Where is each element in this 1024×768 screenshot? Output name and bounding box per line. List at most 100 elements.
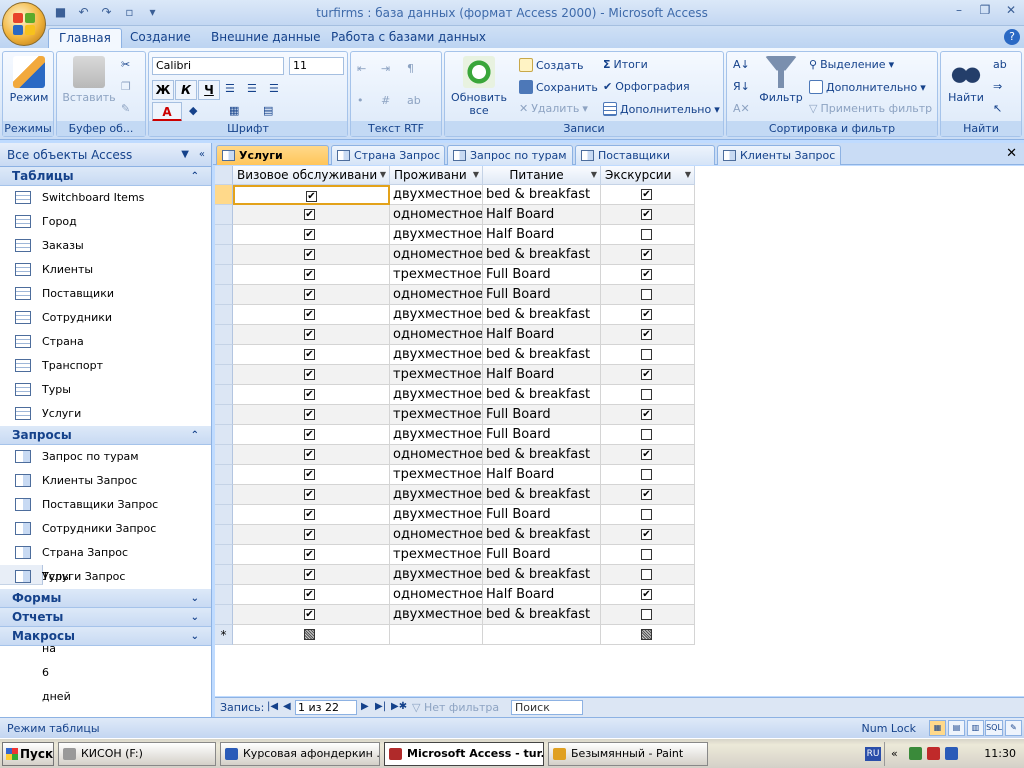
- font-size-select[interactable]: 11: [289, 57, 344, 75]
- tab-database-tools[interactable]: Работа с базами данных: [321, 28, 496, 48]
- cell-visa[interactable]: ✔: [233, 265, 390, 285]
- cell-food[interactable]: Full Board: [483, 545, 601, 565]
- cell-excursions[interactable]: ✔: [601, 445, 695, 465]
- cell-room[interactable]: двухместное: [390, 345, 483, 365]
- doc-tab-strana-query[interactable]: Страна Запрос: [331, 145, 445, 165]
- cell-food[interactable]: Full Board: [483, 265, 601, 285]
- row-selector[interactable]: [215, 365, 233, 385]
- cell-food[interactable]: bed & breakfast: [483, 605, 601, 625]
- copy-icon[interactable]: ❐: [121, 80, 131, 93]
- language-indicator[interactable]: RU: [865, 747, 881, 761]
- refresh-all-button[interactable]: Обновить все: [447, 56, 511, 117]
- new-row-cell[interactable]: [601, 625, 695, 645]
- cell-excursions[interactable]: [601, 425, 695, 445]
- cell-food[interactable]: Full Board: [483, 405, 601, 425]
- tray-network-icon[interactable]: [945, 747, 958, 760]
- nav-table-item[interactable]: Город: [0, 210, 211, 234]
- highlight-icon[interactable]: ab: [407, 94, 421, 107]
- cell-visa[interactable]: ✔: [233, 285, 390, 305]
- select-icon[interactable]: ↖: [993, 102, 1002, 115]
- checkbox[interactable]: [641, 569, 652, 580]
- cell-visa[interactable]: ✔: [233, 485, 390, 505]
- cell-room[interactable]: двухместное: [390, 305, 483, 325]
- nav-query-item[interactable]: Страна Запрос: [0, 541, 211, 565]
- cell-excursions[interactable]: [601, 565, 695, 585]
- checkbox[interactable]: ✔: [641, 309, 652, 320]
- cell-visa[interactable]: ✔: [233, 405, 390, 425]
- taskbar-item-word[interactable]: Курсовая афондеркин ...: [220, 742, 380, 766]
- cell-excursions[interactable]: ✔: [601, 305, 695, 325]
- start-button[interactable]: Пуск: [2, 742, 54, 766]
- last-record-icon[interactable]: ▶|: [375, 701, 386, 712]
- dropdown-arrow-icon[interactable]: ▼: [380, 166, 386, 184]
- checkbox[interactable]: ✔: [304, 569, 315, 580]
- cell-room[interactable]: двухместное: [390, 185, 483, 205]
- checkbox[interactable]: [641, 469, 652, 480]
- cell-excursions[interactable]: ✔: [601, 205, 695, 225]
- checkbox[interactable]: ✔: [304, 449, 315, 460]
- cell-food[interactable]: Full Board: [483, 505, 601, 525]
- tab-create[interactable]: Создание: [120, 28, 201, 48]
- font-name-select[interactable]: Calibri: [152, 57, 284, 75]
- row-selector[interactable]: [215, 405, 233, 425]
- cell-excursions[interactable]: ✔: [601, 525, 695, 545]
- row-selector[interactable]: [215, 245, 233, 265]
- new-row-selector[interactable]: *: [215, 625, 233, 645]
- checkbox[interactable]: ✔: [304, 289, 315, 300]
- doc-tab-uslugi-query[interactable]: Услуги Запрос: [216, 145, 329, 181]
- checkbox[interactable]: ✔: [641, 449, 652, 460]
- bold-button[interactable]: Ж: [152, 80, 174, 100]
- next-record-icon[interactable]: ▶: [361, 701, 369, 712]
- advanced-filter-button[interactable]: Дополнительно ▾: [809, 80, 926, 94]
- nav-section-tables[interactable]: Таблицы ⌃: [0, 167, 211, 186]
- italic-button[interactable]: К: [175, 80, 197, 100]
- checkbox[interactable]: ✔: [641, 589, 652, 600]
- nav-table-item[interactable]: Switchboard Items: [0, 186, 211, 210]
- help-icon[interactable]: ?: [1004, 29, 1020, 45]
- datasheet-view-icon[interactable]: ▦: [929, 720, 946, 736]
- cell-visa[interactable]: ✔: [233, 605, 390, 625]
- checkbox[interactable]: ✔: [304, 489, 315, 500]
- apply-filter-button[interactable]: ▽ Применить фильтр: [809, 102, 932, 115]
- row-selector[interactable]: [215, 545, 233, 565]
- cell-food[interactable]: Half Board: [483, 585, 601, 605]
- checkbox[interactable]: ✔: [304, 389, 315, 400]
- paste-button[interactable]: Вставить: [61, 56, 117, 104]
- sort-ascending-icon[interactable]: A↓: [733, 58, 750, 71]
- cell-room[interactable]: двухместное: [390, 505, 483, 525]
- cell-excursions[interactable]: [601, 465, 695, 485]
- row-selector[interactable]: [215, 265, 233, 285]
- more-records-button[interactable]: Дополнительно ▾: [603, 102, 720, 116]
- design-view-icon[interactable]: ✎: [1005, 720, 1022, 736]
- cell-visa[interactable]: ✔: [233, 185, 390, 205]
- align-right-icon[interactable]: ☰: [269, 82, 279, 95]
- decrease-indent-icon[interactable]: ⇤: [357, 62, 366, 75]
- cell-food[interactable]: bed & breakfast: [483, 525, 601, 545]
- row-selector[interactable]: [215, 605, 233, 625]
- cell-room[interactable]: одноместное: [390, 585, 483, 605]
- checkbox[interactable]: ✔: [304, 269, 315, 280]
- cell-room[interactable]: одноместное: [390, 445, 483, 465]
- cell-room[interactable]: двухместное: [390, 425, 483, 445]
- cell-food[interactable]: Half Board: [483, 465, 601, 485]
- cell-food[interactable]: bed & breakfast: [483, 385, 601, 405]
- cell-food[interactable]: bed & breakfast: [483, 565, 601, 585]
- column-header-visa[interactable]: Визовое обслуживани ▼: [233, 166, 390, 185]
- cell-food[interactable]: bed & breakfast: [483, 445, 601, 465]
- nav-section-reports[interactable]: Отчеты ⌄: [0, 608, 211, 627]
- cell-visa[interactable]: ✔: [233, 425, 390, 445]
- cell-food[interactable]: Half Board: [483, 325, 601, 345]
- doc-tab-suppliers-query[interactable]: Поставщики Запрос: [575, 145, 715, 181]
- cell-excursions[interactable]: ✔: [601, 265, 695, 285]
- paragraph-direction-icon[interactable]: ¶: [407, 62, 414, 75]
- restore-icon[interactable]: ❐: [976, 3, 994, 19]
- sql-view-button[interactable]: SQL: [985, 720, 1003, 736]
- nav-section-queries[interactable]: Запросы ⌃: [0, 426, 211, 445]
- row-selector[interactable]: [215, 285, 233, 305]
- row-selector[interactable]: [215, 345, 233, 365]
- tab-home[interactable]: Главная: [48, 28, 122, 48]
- align-left-icon[interactable]: ☰: [225, 82, 235, 95]
- nav-table-item[interactable]: Сотрудники: [0, 306, 211, 330]
- dropdown-arrow-icon[interactable]: ▼: [591, 166, 597, 184]
- checkbox[interactable]: ✔: [641, 529, 652, 540]
